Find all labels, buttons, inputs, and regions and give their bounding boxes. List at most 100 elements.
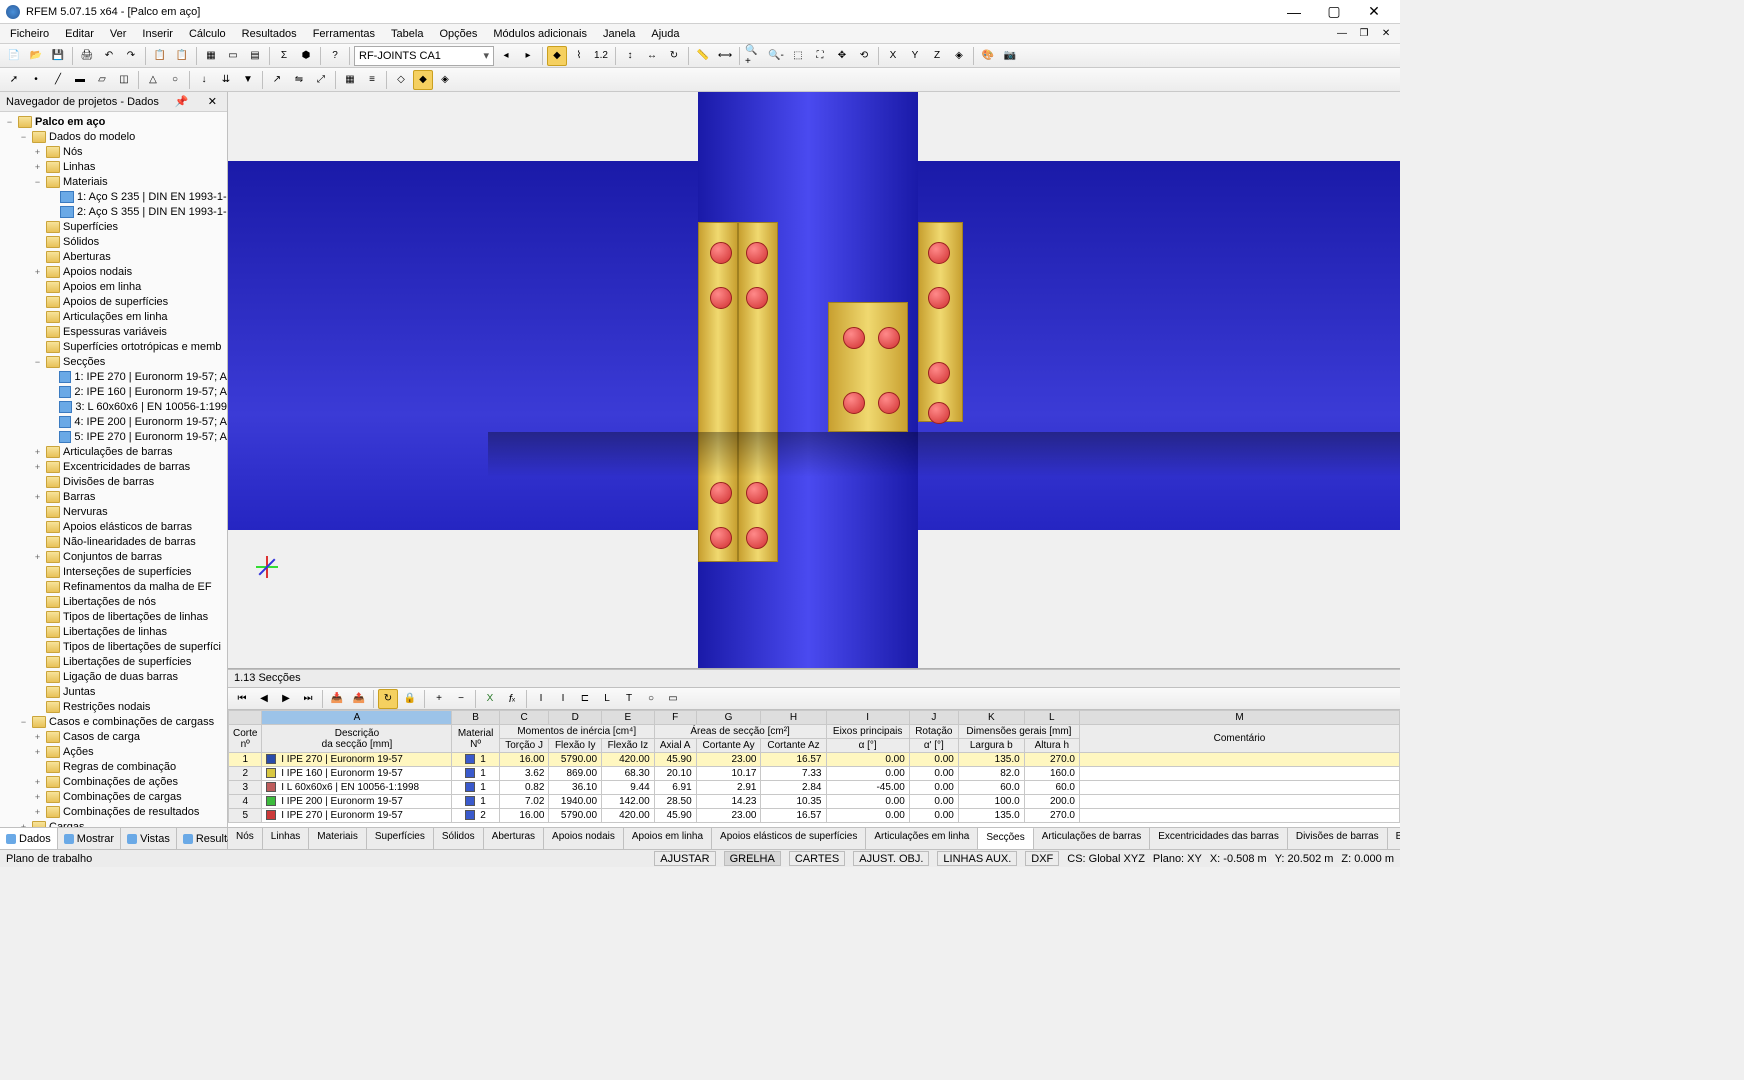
menu-resultados[interactable]: Resultados xyxy=(236,26,303,42)
table-tab[interactable]: Linhas xyxy=(263,828,309,849)
display-icon[interactable]: 🎨 xyxy=(978,46,998,66)
table-tab[interactable]: Nós xyxy=(228,828,263,849)
undo-icon[interactable]: ↶ xyxy=(99,46,119,66)
tree-item[interactable]: +Ações xyxy=(0,744,227,759)
tree-item[interactable]: +Excentricidades de barras xyxy=(0,459,227,474)
prev-icon[interactable]: ◀ xyxy=(254,689,274,709)
menu-janela[interactable]: Janela xyxy=(597,26,641,42)
view-iso-icon[interactable]: ◈ xyxy=(949,46,969,66)
line-icon[interactable]: ╱ xyxy=(48,70,68,90)
tree-item[interactable]: Superfícies ortotrópicas e memb xyxy=(0,339,227,354)
zoom-window-icon[interactable]: ⬚ xyxy=(788,46,808,66)
pin-icon[interactable]: 📌 xyxy=(170,95,192,108)
wireframe-icon[interactable]: ◇ xyxy=(391,70,411,90)
zoom-all-icon[interactable]: ⛶ xyxy=(810,46,830,66)
solid-icon[interactable]: ◫ xyxy=(114,70,134,90)
snapshot-icon[interactable]: 📷 xyxy=(1000,46,1020,66)
tree-item[interactable]: Apoios elásticos de barras xyxy=(0,519,227,534)
menu-opcoes[interactable]: Opções xyxy=(433,26,483,42)
rotate-icon[interactable]: ⟲ xyxy=(854,46,874,66)
last-icon[interactable]: ⏭ xyxy=(298,689,318,709)
print-icon[interactable]: 🖨 xyxy=(77,46,97,66)
status-ajustar[interactable]: AJUSTAR xyxy=(654,851,715,866)
tree-item[interactable]: +Linhas xyxy=(0,159,227,174)
nav-tab-vistas[interactable]: Vistas xyxy=(121,828,177,849)
tree-item[interactable]: +Combinações de cargas xyxy=(0,789,227,804)
import-icon[interactable]: 📥 xyxy=(327,689,347,709)
surface-icon[interactable]: ▱ xyxy=(92,70,112,90)
tree-model-data[interactable]: Dados do modelo xyxy=(49,131,135,143)
paste-icon[interactable]: 📋 xyxy=(172,46,192,66)
tree-item[interactable]: Juntas xyxy=(0,684,227,699)
calculate-icon[interactable]: Σ xyxy=(274,46,294,66)
section-hea-icon[interactable]: I xyxy=(553,689,573,709)
menu-modulos[interactable]: Módulos adicionais xyxy=(487,26,593,42)
table-grid[interactable]: ABCDEFGHIJKLMCortenºDescriçãoda secção [… xyxy=(228,710,1400,827)
table-tab[interactable]: Superfícies xyxy=(367,828,434,849)
transparent-icon[interactable]: ◈ xyxy=(435,70,455,90)
status-linhas-aux[interactable]: LINHAS AUX. xyxy=(937,851,1017,866)
zoom-in-icon[interactable]: 🔍+ xyxy=(744,46,764,66)
tree-item[interactable]: +Casos de carga xyxy=(0,729,227,744)
tree-item[interactable]: Apoios em linha xyxy=(0,279,227,294)
tree-item[interactable]: Aberturas xyxy=(0,249,227,264)
tree-item[interactable]: Restrições nodais xyxy=(0,699,227,714)
values-icon[interactable]: 1.2 xyxy=(591,46,611,66)
mirror-icon[interactable]: ⇋ xyxy=(289,70,309,90)
function-icon[interactable]: fₓ xyxy=(502,689,522,709)
loadcase-combo[interactable]: RF-JOINTS CA1 xyxy=(354,46,494,66)
tree-item[interactable]: Libertações de nós xyxy=(0,594,227,609)
move-icon[interactable]: ↗ xyxy=(267,70,287,90)
insert-row-icon[interactable]: + xyxy=(429,689,449,709)
close-panel-icon[interactable]: ✕ xyxy=(204,95,221,108)
tree-item[interactable]: Libertações de linhas xyxy=(0,624,227,639)
section-ipe-icon[interactable]: I xyxy=(531,689,551,709)
table-tab[interactable]: Apoios elásticos de superfícies xyxy=(712,828,866,849)
tree-item[interactable]: −Materiais xyxy=(0,174,227,189)
member-icon[interactable]: ▬ xyxy=(70,70,90,90)
tree-root[interactable]: Palco em aço xyxy=(35,116,105,128)
table-tab[interactable]: Articulações em linha xyxy=(866,828,978,849)
tree-item[interactable]: Apoios de superfícies xyxy=(0,294,227,309)
navigator-tree[interactable]: −Palco em aço −Dados do modelo +Nós+Linh… xyxy=(0,112,227,827)
minimize-button[interactable]: — xyxy=(1274,1,1314,23)
tree-item[interactable]: 3: L 60x60x6 | EN 10056-1:199 xyxy=(0,399,227,414)
view-x-icon[interactable]: X xyxy=(883,46,903,66)
tree-item[interactable]: Articulações em linha xyxy=(0,309,227,324)
redo-icon[interactable]: ↷ xyxy=(121,46,141,66)
node-icon[interactable]: • xyxy=(26,70,46,90)
tree-item[interactable]: Divisões de barras xyxy=(0,474,227,489)
pointer-icon[interactable]: ➚ xyxy=(4,70,24,90)
table-tab[interactable]: Secções xyxy=(978,827,1033,849)
tree-item[interactable]: 1: Aço S 235 | DIN EN 1993-1- xyxy=(0,189,227,204)
tree-item[interactable]: Tipos de libertações de linhas xyxy=(0,609,227,624)
table-icon[interactable]: ▦ xyxy=(201,46,221,66)
menu-ajuda[interactable]: Ajuda xyxy=(645,26,685,42)
mdi-close-button[interactable]: ✕ xyxy=(1376,24,1396,44)
deform-icon[interactable]: ⌇ xyxy=(569,46,589,66)
tree-item[interactable]: +Combinações de resultados xyxy=(0,804,227,819)
view-y-icon[interactable]: Y xyxy=(905,46,925,66)
mdi-restore-button[interactable]: ❐ xyxy=(1354,24,1374,44)
results-toggle-icon[interactable]: ◆ xyxy=(547,46,567,66)
support-icon[interactable]: △ xyxy=(143,70,163,90)
export-icon[interactable]: 📤 xyxy=(349,689,369,709)
close-button[interactable]: ✕ xyxy=(1354,1,1394,23)
table-tab[interactable]: Sólidos xyxy=(434,828,484,849)
first-icon[interactable]: ⏮ xyxy=(232,689,252,709)
tree-item[interactable]: +Conjuntos de barras xyxy=(0,549,227,564)
tree-item[interactable]: 4: IPE 200 | Euronorm 19-57; A xyxy=(0,414,227,429)
open-icon[interactable]: 📂 xyxy=(26,46,46,66)
zoom-out-icon[interactable]: 🔍- xyxy=(766,46,786,66)
maximize-button[interactable]: ▢ xyxy=(1314,1,1354,23)
menu-inserir[interactable]: Inserir xyxy=(136,26,179,42)
menu-calculo[interactable]: Cálculo xyxy=(183,26,232,42)
tree-item[interactable]: Regras de combinação xyxy=(0,759,227,774)
menu-tabela[interactable]: Tabela xyxy=(385,26,429,42)
module-icon[interactable]: ⬢ xyxy=(296,46,316,66)
tree-item[interactable]: Não-linearidades de barras xyxy=(0,534,227,549)
lock-icon[interactable]: 🔒 xyxy=(400,689,420,709)
status-dxf[interactable]: DXF xyxy=(1025,851,1059,866)
pan-icon[interactable]: ✥ xyxy=(832,46,852,66)
tree-item[interactable]: 2: Aço S 355 | DIN EN 1993-1- xyxy=(0,204,227,219)
